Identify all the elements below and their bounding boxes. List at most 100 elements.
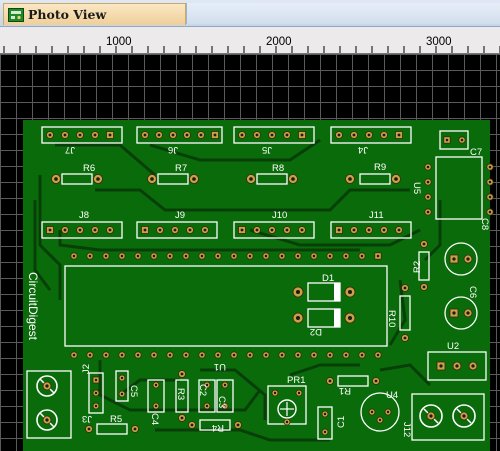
pad-hole xyxy=(273,391,277,395)
pad-hole xyxy=(296,290,300,294)
pad-hole xyxy=(367,133,371,137)
pad-hole xyxy=(200,254,204,258)
pad-hole xyxy=(466,311,470,315)
pad-hole xyxy=(291,177,295,181)
ruler-label-3000: 3000 xyxy=(426,36,452,48)
pad-hole xyxy=(445,138,449,142)
pad-hole xyxy=(337,228,341,232)
pad-hole xyxy=(45,418,49,422)
pad-hole xyxy=(48,228,52,232)
pad-hole xyxy=(488,210,492,214)
pad-hole xyxy=(312,254,316,258)
pad-hole xyxy=(488,165,492,169)
label-c3: C3 xyxy=(216,396,227,408)
pad-hole xyxy=(462,414,466,418)
label-r1: R1 xyxy=(339,385,351,396)
pad-hole xyxy=(216,254,220,258)
d1-band xyxy=(334,283,340,301)
pad-hole xyxy=(63,228,67,232)
pad-hole xyxy=(422,242,426,246)
pad-hole xyxy=(337,133,341,137)
pad-hole xyxy=(232,353,236,357)
pad-hole xyxy=(168,353,172,357)
pcb-canvas[interactable]: J7 J6 J5 J4 R6 R7 R8 R9 J8 J9 J10 J11 C7… xyxy=(0,54,500,451)
label-j4: J4 xyxy=(358,144,368,155)
pad-hole xyxy=(120,254,124,258)
label-j3: J3 xyxy=(82,413,92,424)
label-j11: J11 xyxy=(369,210,384,221)
pad-hole xyxy=(296,254,300,258)
pad-hole xyxy=(394,177,398,181)
tab-bar: Photo View xyxy=(0,0,500,27)
pad-hole xyxy=(488,180,492,184)
pad-hole xyxy=(120,353,124,357)
label-u1: U1 xyxy=(214,361,226,372)
label-c1: C1 xyxy=(336,416,347,428)
ruler-ticks xyxy=(3,46,500,53)
pad-hole xyxy=(87,427,91,431)
pad-hole xyxy=(240,133,244,137)
label-j8: J8 xyxy=(79,210,89,221)
pad-hole xyxy=(120,392,124,396)
pad-hole xyxy=(296,353,300,357)
label-r9: R9 xyxy=(374,162,386,173)
label-c5: C5 xyxy=(128,385,139,397)
tab-photo-view[interactable]: Photo View xyxy=(3,3,186,25)
pad-hole xyxy=(173,228,177,232)
pad-hole xyxy=(54,177,58,181)
pad-hole xyxy=(386,410,390,414)
pad-hole xyxy=(154,404,158,408)
pad-hole xyxy=(133,427,137,431)
pad-hole xyxy=(232,254,236,258)
label-j10: J10 xyxy=(272,210,287,221)
pad-hole xyxy=(300,228,304,232)
pad-hole xyxy=(120,376,124,380)
pad-hole xyxy=(300,133,304,137)
pad-hole xyxy=(185,133,189,137)
pad-hole xyxy=(150,177,154,181)
pad-hole xyxy=(348,290,352,294)
pad-hole xyxy=(344,254,348,258)
pad-hole xyxy=(285,420,289,424)
pad-hole xyxy=(471,364,475,368)
pad-hole xyxy=(460,138,464,142)
pad-hole xyxy=(348,177,352,181)
label-j9: J9 xyxy=(175,210,185,221)
ruler-label-1000: 1000 xyxy=(106,36,132,48)
pad-hole xyxy=(382,133,386,137)
label-d2: D2 xyxy=(310,326,322,337)
label-j6: J6 xyxy=(168,144,178,155)
pad-hole xyxy=(184,254,188,258)
pad-hole xyxy=(367,228,371,232)
pad-hole xyxy=(152,353,156,357)
pad-hole xyxy=(248,353,252,357)
pad-hole xyxy=(397,228,401,232)
pad-hole xyxy=(426,165,430,169)
pad-hole xyxy=(108,133,112,137)
tab-strip xyxy=(186,3,500,24)
pad-hole xyxy=(382,228,386,232)
label-r5: R5 xyxy=(110,414,122,425)
pad-hole xyxy=(190,423,194,427)
pad-hole xyxy=(426,195,430,199)
pad-hole xyxy=(370,410,374,414)
pad-hole xyxy=(184,353,188,357)
pad-hole xyxy=(378,418,382,422)
pad-hole xyxy=(397,133,401,137)
pad-hole xyxy=(426,180,430,184)
pad-hole xyxy=(223,383,227,387)
label-c7: C7 xyxy=(470,147,482,158)
label-j5: J5 xyxy=(262,144,272,155)
pad-hole xyxy=(158,228,162,232)
pcb-view[interactable]: J7 J6 J5 J4 R6 R7 R8 R9 J8 J9 J10 J11 C7… xyxy=(0,54,500,451)
label-r2: R2 xyxy=(412,261,423,273)
pad-hole xyxy=(248,254,252,258)
pad-hole xyxy=(403,286,407,290)
pad-hole xyxy=(323,430,327,434)
label-r10: R10 xyxy=(386,310,397,327)
label-c8: C8 xyxy=(479,218,490,230)
pad-hole xyxy=(240,228,244,232)
label-d1: D1 xyxy=(322,273,334,284)
pad-hole xyxy=(285,228,289,232)
label-r6: R6 xyxy=(83,163,95,174)
